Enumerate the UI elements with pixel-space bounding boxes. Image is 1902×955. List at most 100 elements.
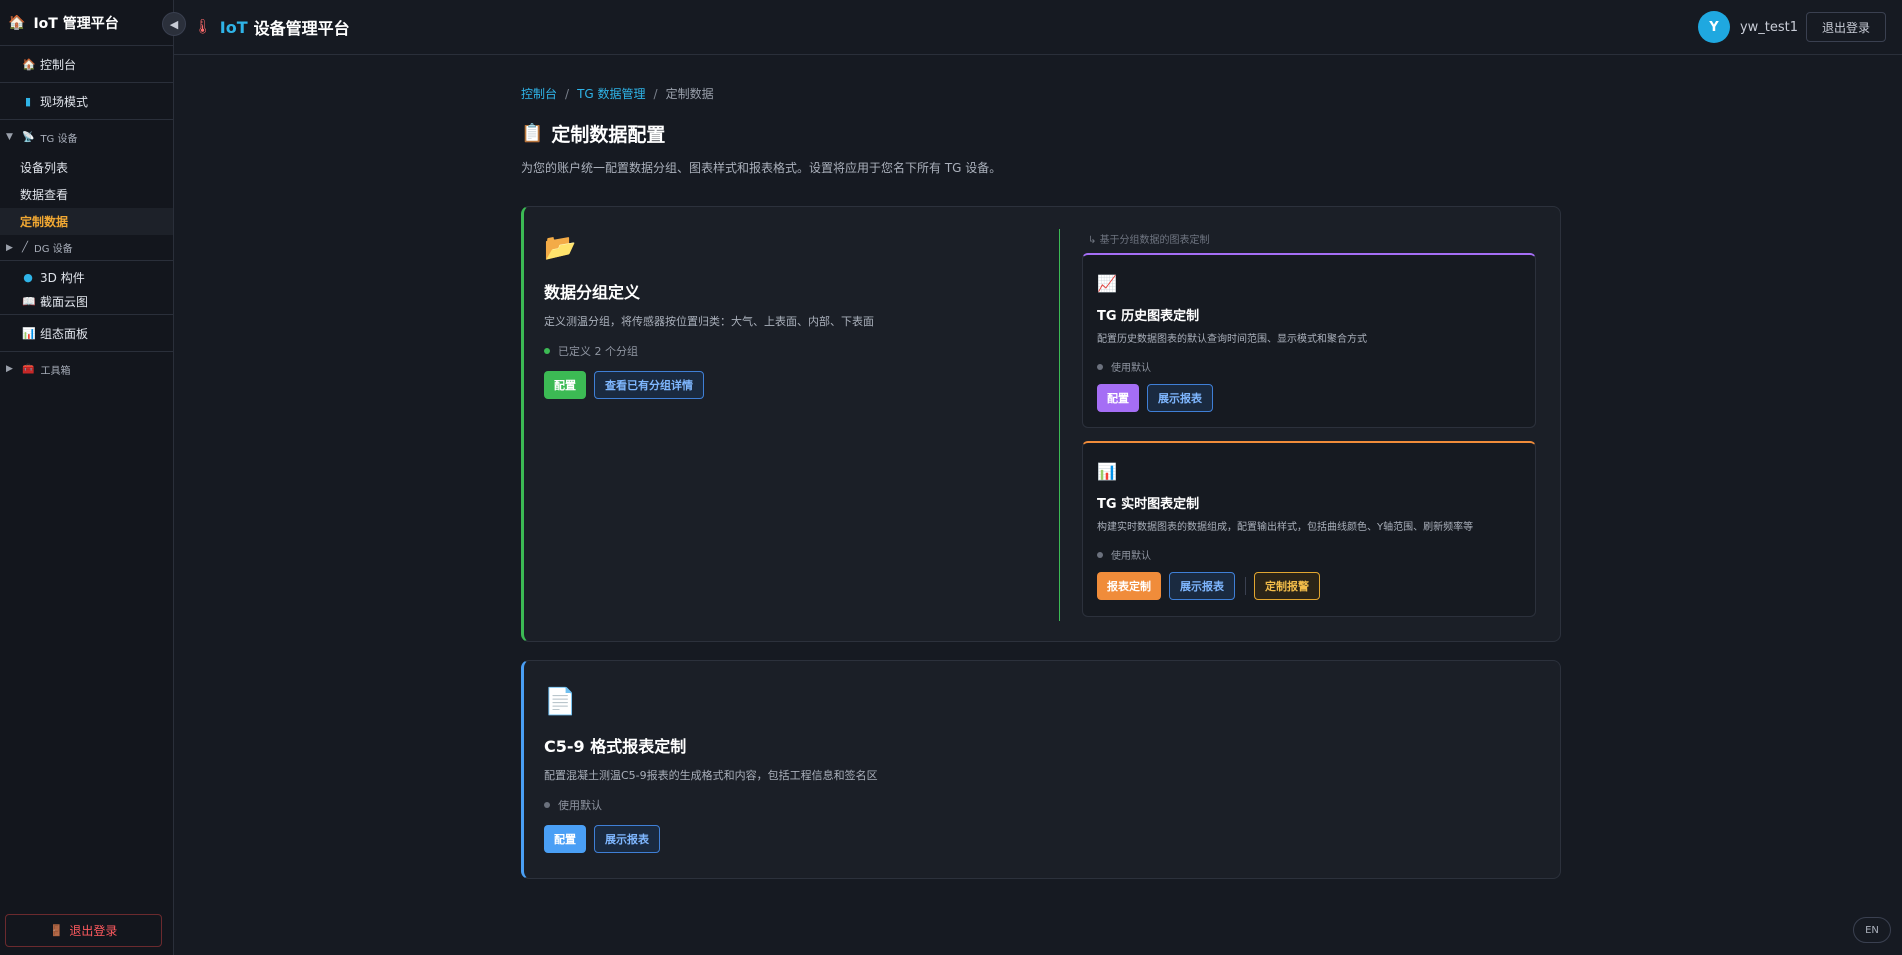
wand-icon: ╱ [22, 242, 29, 253]
chart-hint-text: 基于分组数据的图表定制 [1099, 235, 1210, 246]
button-divider [1245, 577, 1246, 595]
sidebar-item-label: 数据查看 [20, 188, 69, 202]
document-icon: 📄 [544, 687, 577, 717]
breadcrumb-separator: / [565, 86, 570, 101]
data-group-body: 📂 数据分组定义 定义测温分组，将传感器按位置归类：大气、上表面、内部、下表面 … [544, 233, 874, 399]
globe-icon: ● [23, 271, 33, 284]
sidebar: 🏠 IoT 管理平台 🏠 控制台 ▮ 现场模式 ▼ 📡 TG 设备 设备列表 数… [0, 0, 174, 955]
realtime-chart-title: TG 实时图表定制 [1097, 497, 1200, 512]
caret-right-icon: ▶ [6, 364, 13, 374]
status-text: 使用默认 [1111, 551, 1151, 562]
data-group-title: 数据分组定义 [544, 283, 641, 302]
sidebar-item-3d-components[interactable]: ● 3D 构件 [0, 261, 173, 288]
status-text: 使用默认 [558, 799, 602, 812]
realtime-chart-status: 使用默认 [1097, 547, 1473, 562]
sidebar-group-label: TG 设备 [40, 133, 78, 145]
status-dot-icon [544, 348, 550, 354]
history-chart-description: 配置历史数据图表的默认查询时间范围、显示模式和聚合方式 [1097, 334, 1367, 345]
c59-report-actions: 配置 展示报表 [544, 825, 878, 853]
clipboard-icon: 📋 [521, 123, 544, 144]
breadcrumb-current: 定制数据 [665, 87, 714, 101]
status-dot-icon [1097, 363, 1103, 370]
book-icon: 📖 [22, 294, 36, 308]
chart-hint: ↳ 基于分组数据的图表定制 [1088, 235, 1210, 246]
top-header: 🌡 IoT 设备管理平台 Y yw_test1 退出登录 [174, 0, 1902, 55]
breadcrumb: 控制台 / TG 数据管理 / 定制数据 [521, 85, 1561, 102]
breadcrumb-separator: / [653, 86, 658, 101]
c59-report-status: 使用默认 [544, 797, 878, 813]
view-groups-button[interactable]: 查看已有分组详情 [594, 371, 704, 399]
chart-customization-area: ↳ 基于分组数据的图表定制 📈 TG 历史图表定制 配置历史数据图表的默认查询时… [1059, 229, 1536, 621]
sidebar-group-label: DG 设备 [34, 244, 73, 255]
realtime-chart-card: 📊 TG 实时图表定制 构建实时数据图表的数据组成，配置输出样式，包括曲线颜色、… [1082, 441, 1536, 617]
sidebar-logout-button[interactable]: 🚪 退出登录 [5, 914, 162, 947]
data-group-card: 📂 数据分组定义 定义测温分组，将传感器按位置归类：大气、上表面、内部、下表面 … [521, 206, 1561, 642]
thermometer-icon: 🌡 [194, 19, 212, 35]
main-content: 控制台 / TG 数据管理 / 定制数据 📋 定制数据配置 为您的账户统一配置数… [521, 55, 1561, 879]
group-config-button[interactable]: 配置 [544, 371, 586, 399]
bar-chart-icon: 📊 [1097, 462, 1117, 481]
sidebar-item-dashboard[interactable]: 🏠 控制台 [0, 46, 173, 83]
sidebar-item-field-mode[interactable]: ▮ 现场模式 [0, 83, 173, 120]
sidebar-group-toolbox[interactable]: ▶ 🧰 工具箱 [0, 352, 173, 386]
avatar[interactable]: Y [1697, 11, 1730, 43]
sidebar-item-label: 3D 构件 [40, 271, 85, 285]
folder-icon: 📂 [544, 233, 577, 263]
sidebar-item-label: 现场模式 [40, 94, 89, 109]
logout-label: 退出登录 [69, 924, 118, 938]
sidebar-collapse-button[interactable]: ◀ [162, 12, 186, 36]
sidebar-group-dg[interactable]: ▶ ╱ DG 设备 [0, 235, 173, 261]
status-text: 使用默认 [1111, 363, 1151, 374]
status-dot-icon [544, 802, 550, 808]
sidebar-item-config-panel[interactable]: 📊 组态面板 [0, 315, 173, 352]
page-description: 为您的账户统一配置数据分组、图表样式和报表格式。设置将应用于您名下所有 TG 设… [521, 161, 1002, 175]
history-chart-card: 📈 TG 历史图表定制 配置历史数据图表的默认查询时间范围、显示模式和聚合方式 … [1082, 253, 1536, 428]
sidebar-item-section-cloud[interactable]: 📖 截面云图 [0, 288, 173, 315]
status-text: 已定义 2 个分组 [558, 345, 638, 358]
chevron-left-icon: ◀ [169, 17, 179, 31]
c59-config-button[interactable]: 配置 [544, 825, 586, 853]
realtime-custom-button[interactable]: 报表定制 [1097, 572, 1161, 600]
sidebar-item-tg-custom-data[interactable]: 定制数据 [0, 208, 173, 235]
phone-icon: ▮ [24, 94, 32, 108]
caret-right-icon: ▶ [6, 242, 13, 253]
sidebar-brand[interactable]: 🏠 IoT 管理平台 [0, 0, 173, 46]
history-config-button[interactable]: 配置 [1097, 384, 1139, 412]
door-icon: 🚪 [49, 924, 64, 937]
history-chart-status: 使用默认 [1097, 359, 1367, 374]
caret-down-icon: ▼ [6, 132, 13, 142]
home-icon: 🏠 [8, 14, 26, 31]
history-report-button[interactable]: 展示报表 [1147, 384, 1213, 412]
realtime-report-button[interactable]: 展示报表 [1169, 572, 1235, 600]
username: yw_test1 [1739, 19, 1798, 35]
c59-report-button[interactable]: 展示报表 [594, 825, 660, 853]
sidebar-item-label: 控制台 [40, 57, 77, 72]
data-group-description: 定义测温分组，将传感器按位置归类：大气、上表面、内部、下表面 [544, 315, 874, 328]
data-group-status: 已定义 2 个分组 [544, 343, 874, 359]
breadcrumb-section[interactable]: TG 数据管理 [577, 85, 645, 102]
language-toggle-button[interactable]: EN [1853, 917, 1891, 943]
page-title: 📋 定制数据配置 [521, 120, 1561, 147]
realtime-alarm-button[interactable]: 定制报警 [1254, 572, 1320, 600]
user-info: Y yw_test1 [1697, 11, 1798, 43]
realtime-chart-actions: 报表定制 展示报表 定制报警 [1097, 572, 1473, 600]
sidebar-item-tg-data-view[interactable]: 数据查看 [0, 181, 173, 208]
toolbox-icon: 🧰 [22, 363, 35, 375]
app-root: 🏠 IoT 管理平台 🏠 控制台 ▮ 现场模式 ▼ 📡 TG 设备 设备列表 数… [0, 0, 1902, 955]
bar-chart-icon: 📊 [22, 326, 36, 340]
data-group-actions: 配置 查看已有分组详情 [544, 371, 874, 399]
satellite-icon: 📡 [22, 131, 35, 143]
sidebar-item-label: 定制数据 [20, 215, 69, 229]
line-chart-icon: 📈 [1097, 274, 1117, 293]
realtime-chart-body: 📊 TG 实时图表定制 构建实时数据图表的数据组成，配置输出样式，包括曲线颜色、… [1097, 463, 1473, 600]
sidebar-item-label: 截面云图 [40, 294, 89, 309]
status-dot-icon [1097, 551, 1103, 558]
page-title-text: 定制数据配置 [551, 124, 666, 146]
breadcrumb-home[interactable]: 控制台 [521, 85, 557, 102]
sidebar-item-tg-devices[interactable]: 设备列表 [0, 154, 173, 181]
c59-report-title: C5-9 格式报表定制 [544, 737, 687, 756]
sidebar-group-tg[interactable]: ▼ 📡 TG 设备 [0, 120, 173, 154]
header-logout-button[interactable]: 退出登录 [1806, 12, 1886, 42]
c59-report-description: 配置混凝土测温C5-9报表的生成格式和内容，包括工程信息和签名区 [544, 769, 878, 782]
header-iot-label: IoT [219, 17, 248, 37]
